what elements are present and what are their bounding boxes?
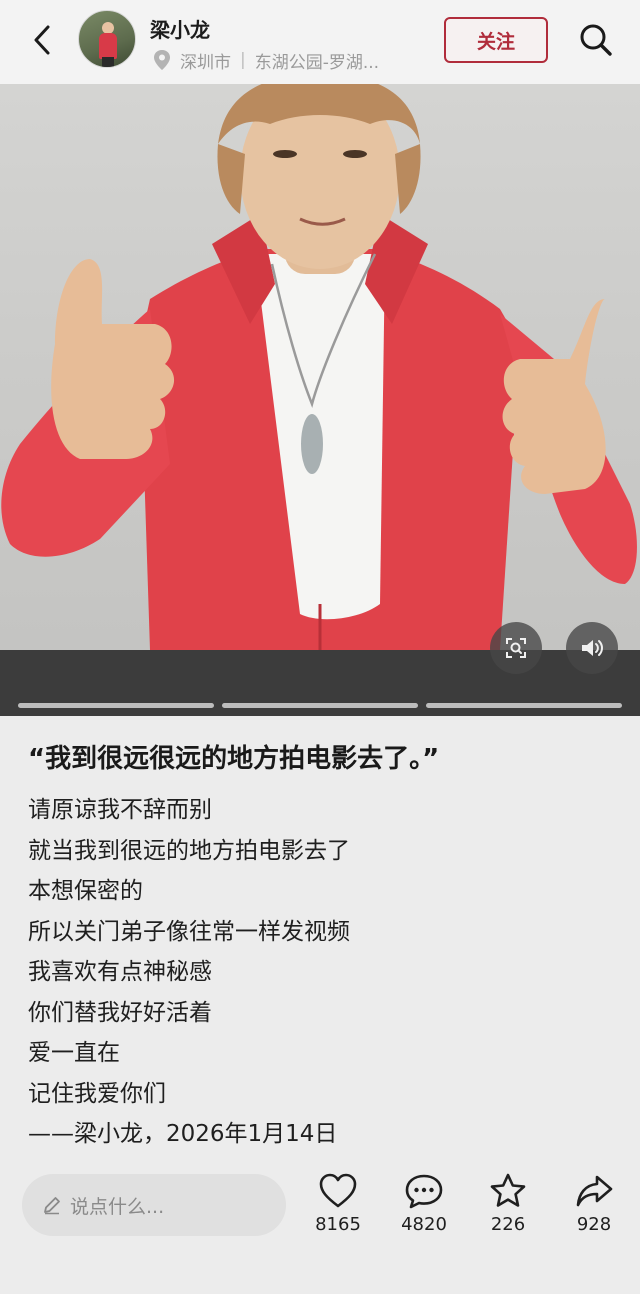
follow-button[interactable]: 关注 xyxy=(444,17,548,63)
person-photo-illustration xyxy=(1,84,637,650)
back-button[interactable] xyxy=(26,22,58,58)
bottom-action-bar: 说点什么... 8165 4820 226 928 xyxy=(0,1160,640,1294)
location-city: 深圳市 xyxy=(180,52,231,73)
location-pin-icon xyxy=(154,50,170,70)
caption-line: 就当我到很远的地方拍电影去了 xyxy=(28,837,350,864)
avatar[interactable] xyxy=(78,10,136,68)
slide-progress-2 xyxy=(222,703,418,708)
caption-line: 我喜欢有点神秘感 xyxy=(28,959,212,985)
back-arrow-icon xyxy=(34,25,50,55)
top-header: 梁小龙 深圳市 | 东湖公园-罗湖... 关注 xyxy=(0,0,640,84)
post-media[interactable] xyxy=(0,84,640,716)
share-arrow-icon xyxy=(576,1175,613,1207)
caption-line: 所以关门弟子像往常一样发视频 xyxy=(28,918,350,945)
location-separator: | xyxy=(240,50,246,70)
star-icon xyxy=(490,1173,526,1207)
comment-bubble-icon xyxy=(405,1174,443,1209)
caption-line: 爱一直在 xyxy=(28,1040,120,1066)
post-photo xyxy=(0,84,640,650)
volume-icon xyxy=(582,640,603,656)
location-place: 东湖公园-罗湖... xyxy=(254,52,380,73)
slide-progress-1 xyxy=(18,703,214,708)
heart-icon xyxy=(319,1173,357,1208)
like-button[interactable]: 8165 xyxy=(298,1172,378,1235)
search-button[interactable] xyxy=(578,22,614,58)
caption-body: 请原谅我不辞而别 就当我到很远的地方拍电影去了 本想保密的 所以关门弟子像往常一… xyxy=(28,790,350,1155)
caption-line: 你们替我好好活着 xyxy=(28,999,212,1026)
caption-title: “我到很远很远的地方拍电影去了。” xyxy=(28,744,440,774)
user-name[interactable]: 梁小龙 xyxy=(150,14,210,43)
comment-count: 4820 xyxy=(401,1214,447,1235)
like-count: 8165 xyxy=(315,1214,361,1235)
scan-icon xyxy=(506,638,526,658)
pen-icon xyxy=(44,1197,60,1215)
scan-button[interactable] xyxy=(490,622,542,674)
favorite-count: 226 xyxy=(490,1214,526,1235)
location-tag[interactable]: 深圳市 | 东湖公园-罗湖... xyxy=(152,48,380,73)
comment-placeholder: 说点什么... xyxy=(70,1195,165,1218)
caption-line: 记住我爱你们 xyxy=(28,1080,166,1107)
caption-signature: ——梁小龙，2026年1月14日 xyxy=(28,1121,338,1147)
comment-button[interactable]: 4820 xyxy=(384,1172,464,1235)
share-button[interactable]: 928 xyxy=(554,1172,634,1235)
caption-line: 请原谅我不辞而别 xyxy=(28,797,212,823)
comment-input[interactable]: 说点什么... xyxy=(22,1174,286,1236)
caption-line: 本想保密的 xyxy=(28,878,143,904)
favorite-button[interactable]: 226 xyxy=(468,1172,548,1235)
search-icon xyxy=(580,24,612,56)
share-count: 928 xyxy=(576,1214,612,1235)
volume-button[interactable] xyxy=(566,622,618,674)
slide-progress-3 xyxy=(426,703,622,708)
